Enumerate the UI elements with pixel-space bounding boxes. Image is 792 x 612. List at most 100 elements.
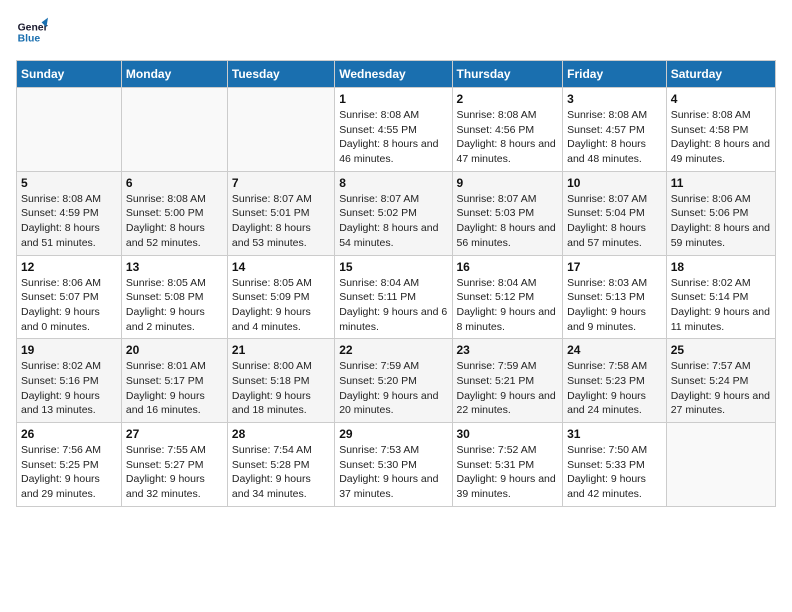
day-number: 28 <box>232 427 330 441</box>
calendar-cell: 19 Sunrise: 8:02 AM Sunset: 5:16 PM Dayli… <box>17 339 122 423</box>
logo-icon: General Blue <box>16 16 48 48</box>
day-info: Sunrise: 8:08 AM Sunset: 5:00 PM Dayligh… <box>126 192 223 251</box>
day-number: 1 <box>339 92 447 106</box>
calendar-cell: 30 Sunrise: 7:52 AM Sunset: 5:31 PM Dayli… <box>452 423 563 507</box>
calendar-cell: 18 Sunrise: 8:02 AM Sunset: 5:14 PM Dayli… <box>666 255 775 339</box>
calendar-cell <box>121 88 227 172</box>
day-number: 18 <box>671 260 771 274</box>
calendar-cell <box>227 88 334 172</box>
day-info: Sunrise: 7:52 AM Sunset: 5:31 PM Dayligh… <box>457 443 559 502</box>
day-number: 13 <box>126 260 223 274</box>
day-number: 22 <box>339 343 447 357</box>
col-header-friday: Friday <box>563 61 667 88</box>
day-number: 19 <box>21 343 117 357</box>
day-info: Sunrise: 8:07 AM Sunset: 5:02 PM Dayligh… <box>339 192 447 251</box>
day-info: Sunrise: 8:07 AM Sunset: 5:03 PM Dayligh… <box>457 192 559 251</box>
day-info: Sunrise: 7:56 AM Sunset: 5:25 PM Dayligh… <box>21 443 117 502</box>
calendar-week-row: 12Sunrise: 8:06 AM Sunset: 5:07 PM Dayli… <box>17 255 776 339</box>
calendar-cell: 17 Sunrise: 8:03 AM Sunset: 5:13 PM Dayli… <box>563 255 667 339</box>
day-info: Sunrise: 7:50 AM Sunset: 5:33 PM Dayligh… <box>567 443 662 502</box>
calendar-cell: 7 Sunrise: 8:07 AM Sunset: 5:01 PM Daylig… <box>227 171 334 255</box>
day-number: 14 <box>232 260 330 274</box>
day-number: 29 <box>339 427 447 441</box>
day-number: 17 <box>567 260 662 274</box>
calendar-header: SundayMondayTuesdayWednesdayThursdayFrid… <box>17 61 776 88</box>
calendar-week-row: 26 Sunrise: 7:56 AM Sunset: 5:25 PM Dayli… <box>17 423 776 507</box>
day-info: Sunrise: 8:05 AM Sunset: 5:08 PM Dayligh… <box>126 276 223 335</box>
day-info: Sunrise: 8:06 AM Sunset: 5:06 PM Dayligh… <box>671 192 771 251</box>
day-info: Sunrise: 8:01 AM Sunset: 5:17 PM Dayligh… <box>126 359 223 418</box>
logo: General Blue <box>16 16 52 48</box>
day-info: Sunrise: 8:08 AM Sunset: 4:56 PM Dayligh… <box>457 108 559 167</box>
day-number: 25 <box>671 343 771 357</box>
calendar-cell: 28 Sunrise: 7:54 AM Sunset: 5:28 PM Dayli… <box>227 423 334 507</box>
calendar-cell: 13 Sunrise: 8:05 AM Sunset: 5:08 PM Dayli… <box>121 255 227 339</box>
day-info: Sunrise: 8:00 AM Sunset: 5:18 PM Dayligh… <box>232 359 330 418</box>
calendar-cell: 25 Sunrise: 7:57 AM Sunset: 5:24 PM Dayli… <box>666 339 775 423</box>
calendar-cell: 20Sunrise: 8:01 AM Sunset: 5:17 PM Dayli… <box>121 339 227 423</box>
calendar-cell: 24 Sunrise: 7:58 AM Sunset: 5:23 PM Dayli… <box>563 339 667 423</box>
calendar-cell: 10 Sunrise: 8:07 AM Sunset: 5:04 PM Dayli… <box>563 171 667 255</box>
page-header: General Blue <box>16 16 776 48</box>
day-number: 31 <box>567 427 662 441</box>
calendar-cell: 6 Sunrise: 8:08 AM Sunset: 5:00 PM Daylig… <box>121 171 227 255</box>
calendar-week-row: 19 Sunrise: 8:02 AM Sunset: 5:16 PM Dayli… <box>17 339 776 423</box>
col-header-monday: Monday <box>121 61 227 88</box>
calendar-table: SundayMondayTuesdayWednesdayThursdayFrid… <box>16 60 776 507</box>
day-number: 7 <box>232 176 330 190</box>
day-number: 5 <box>21 176 117 190</box>
calendar-cell: 5 Sunrise: 8:08 AM Sunset: 4:59 PM Daylig… <box>17 171 122 255</box>
day-number: 30 <box>457 427 559 441</box>
day-info: Sunrise: 8:08 AM Sunset: 4:58 PM Dayligh… <box>671 108 771 167</box>
day-info: Sunrise: 8:07 AM Sunset: 5:04 PM Dayligh… <box>567 192 662 251</box>
calendar-cell: 22 Sunrise: 7:59 AM Sunset: 5:20 PM Dayli… <box>335 339 452 423</box>
svg-text:Blue: Blue <box>18 34 41 45</box>
day-info: Sunrise: 7:54 AM Sunset: 5:28 PM Dayligh… <box>232 443 330 502</box>
day-number: 4 <box>671 92 771 106</box>
day-number: 16 <box>457 260 559 274</box>
day-number: 6 <box>126 176 223 190</box>
day-number: 26 <box>21 427 117 441</box>
calendar-week-row: 1 Sunrise: 8:08 AM Sunset: 4:55 PM Daylig… <box>17 88 776 172</box>
col-header-tuesday: Tuesday <box>227 61 334 88</box>
day-info: Sunrise: 8:05 AM Sunset: 5:09 PM Dayligh… <box>232 276 330 335</box>
day-info: Sunrise: 7:58 AM Sunset: 5:23 PM Dayligh… <box>567 359 662 418</box>
calendar-week-row: 5 Sunrise: 8:08 AM Sunset: 4:59 PM Daylig… <box>17 171 776 255</box>
day-number: 3 <box>567 92 662 106</box>
day-number: 10 <box>567 176 662 190</box>
day-number: 24 <box>567 343 662 357</box>
calendar-cell: 15 Sunrise: 8:04 AM Sunset: 5:11 PM Dayli… <box>335 255 452 339</box>
day-info: Sunrise: 8:07 AM Sunset: 5:01 PM Dayligh… <box>232 192 330 251</box>
col-header-wednesday: Wednesday <box>335 61 452 88</box>
calendar-cell: 31 Sunrise: 7:50 AM Sunset: 5:33 PM Dayli… <box>563 423 667 507</box>
day-info: Sunrise: 8:04 AM Sunset: 5:12 PM Dayligh… <box>457 276 559 335</box>
day-info: Sunrise: 8:06 AM Sunset: 5:07 PM Dayligh… <box>21 276 117 335</box>
day-info: Sunrise: 8:08 AM Sunset: 4:55 PM Dayligh… <box>339 108 447 167</box>
day-info: Sunrise: 8:02 AM Sunset: 5:14 PM Dayligh… <box>671 276 771 335</box>
calendar-cell: 16 Sunrise: 8:04 AM Sunset: 5:12 PM Dayli… <box>452 255 563 339</box>
col-header-sunday: Sunday <box>17 61 122 88</box>
day-info: Sunrise: 8:03 AM Sunset: 5:13 PM Dayligh… <box>567 276 662 335</box>
calendar-cell: 14 Sunrise: 8:05 AM Sunset: 5:09 PM Dayli… <box>227 255 334 339</box>
calendar-cell <box>17 88 122 172</box>
col-header-thursday: Thursday <box>452 61 563 88</box>
calendar-cell: 4 Sunrise: 8:08 AM Sunset: 4:58 PM Daylig… <box>666 88 775 172</box>
calendar-cell: 9Sunrise: 8:07 AM Sunset: 5:03 PM Daylig… <box>452 171 563 255</box>
calendar-cell: 29Sunrise: 7:53 AM Sunset: 5:30 PM Dayli… <box>335 423 452 507</box>
day-info: Sunrise: 8:08 AM Sunset: 4:57 PM Dayligh… <box>567 108 662 167</box>
day-info: Sunrise: 7:57 AM Sunset: 5:24 PM Dayligh… <box>671 359 771 418</box>
day-info: Sunrise: 7:55 AM Sunset: 5:27 PM Dayligh… <box>126 443 223 502</box>
calendar-cell: 8Sunrise: 8:07 AM Sunset: 5:02 PM Daylig… <box>335 171 452 255</box>
calendar-cell <box>666 423 775 507</box>
day-number: 27 <box>126 427 223 441</box>
calendar-cell: 11Sunrise: 8:06 AM Sunset: 5:06 PM Dayli… <box>666 171 775 255</box>
day-info: Sunrise: 7:59 AM Sunset: 5:20 PM Dayligh… <box>339 359 447 418</box>
day-info: Sunrise: 8:02 AM Sunset: 5:16 PM Dayligh… <box>21 359 117 418</box>
day-info: Sunrise: 8:04 AM Sunset: 5:11 PM Dayligh… <box>339 276 447 335</box>
day-info: Sunrise: 8:08 AM Sunset: 4:59 PM Dayligh… <box>21 192 117 251</box>
day-number: 15 <box>339 260 447 274</box>
calendar-cell: 2Sunrise: 8:08 AM Sunset: 4:56 PM Daylig… <box>452 88 563 172</box>
calendar-cell: 27 Sunrise: 7:55 AM Sunset: 5:27 PM Dayli… <box>121 423 227 507</box>
calendar-cell: 3 Sunrise: 8:08 AM Sunset: 4:57 PM Daylig… <box>563 88 667 172</box>
calendar-cell: 12Sunrise: 8:06 AM Sunset: 5:07 PM Dayli… <box>17 255 122 339</box>
